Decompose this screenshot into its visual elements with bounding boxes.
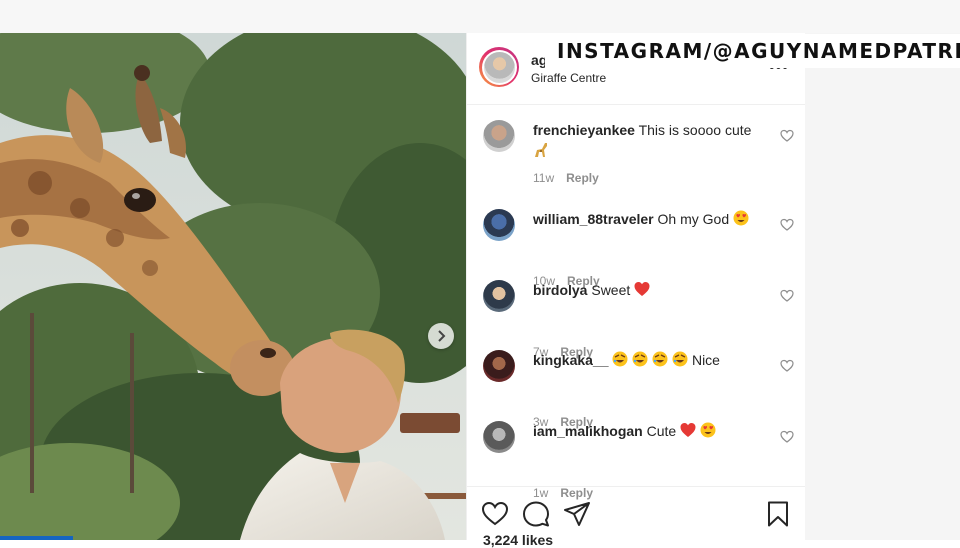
red-heart-emoji-icon xyxy=(680,423,696,437)
comment-text: iam_malikhogan Cute xyxy=(533,422,773,440)
comment-meta: 11w Reply xyxy=(533,171,599,185)
commenter-avatar[interactable] xyxy=(483,209,515,241)
comment-text: frenchieyankee This is soooo cute xyxy=(533,121,773,163)
post-photo[interactable] xyxy=(0,33,466,540)
commenter-avatar[interactable] xyxy=(483,280,515,312)
comment-body: Sweet xyxy=(591,282,631,298)
giraffe-emoji-icon xyxy=(533,141,773,163)
comment-username[interactable]: frenchieyankee xyxy=(533,122,635,138)
right-background xyxy=(804,33,960,540)
likes-count[interactable]: 3,224 likes xyxy=(483,532,553,548)
comment-text: birdolya Sweet xyxy=(533,281,773,299)
carousel-next-button[interactable] xyxy=(428,323,454,349)
bookmark-icon[interactable] xyxy=(764,500,792,528)
comment-like-heart-icon[interactable] xyxy=(780,359,794,373)
red-heart-emoji-icon xyxy=(634,282,650,296)
post-location[interactable]: Giraffe Centre xyxy=(531,71,606,85)
comment-username[interactable]: iam_malikhogan xyxy=(533,423,643,439)
comment-body: This is soooo cute xyxy=(638,122,752,138)
commenter-avatar[interactable] xyxy=(483,421,515,453)
post-panel: ag Giraffe Centre ••• frenchieyankee Thi… xyxy=(466,33,805,548)
comment-username[interactable]: kingkaka__ xyxy=(533,352,609,368)
comment-username[interactable]: birdolya xyxy=(533,282,587,298)
comment-like-heart-icon[interactable] xyxy=(780,430,794,444)
comment-text: william_88traveler Oh my God xyxy=(533,210,773,228)
comment-age: 11w xyxy=(533,171,555,185)
source-credit-overlay: INSTAGRAM/@AGUYNAMEDPATRICK xyxy=(545,34,960,68)
comment-text: kingkaka__ Nice xyxy=(533,351,773,369)
reply-button[interactable]: Reply xyxy=(566,171,599,185)
comment-like-heart-icon[interactable] xyxy=(780,129,794,143)
heart-eyes-emoji-icon xyxy=(733,210,749,226)
comment-body: Oh my God xyxy=(657,211,730,227)
photo-giraffe-and-man xyxy=(0,33,466,540)
comment-username[interactable]: william_88traveler xyxy=(533,211,654,227)
comment-like-heart-icon[interactable] xyxy=(780,289,794,303)
rolling-laughing-emoji-icon xyxy=(612,351,692,368)
comment-body: Nice xyxy=(691,352,720,368)
comment-icon[interactable] xyxy=(522,500,550,528)
commenter-avatar[interactable] xyxy=(483,350,515,382)
top-background xyxy=(0,0,960,33)
heart-eyes-emoji-icon xyxy=(700,422,716,438)
commenter-avatar[interactable] xyxy=(483,120,515,152)
chevron-right-icon xyxy=(438,330,446,342)
heart-icon[interactable] xyxy=(481,500,509,528)
profile-avatar[interactable] xyxy=(479,47,519,87)
comment-body: Cute xyxy=(646,423,677,439)
broadcast-lower-bar xyxy=(0,536,73,540)
paper-plane-icon[interactable] xyxy=(563,500,591,528)
comment-like-heart-icon[interactable] xyxy=(780,218,794,232)
